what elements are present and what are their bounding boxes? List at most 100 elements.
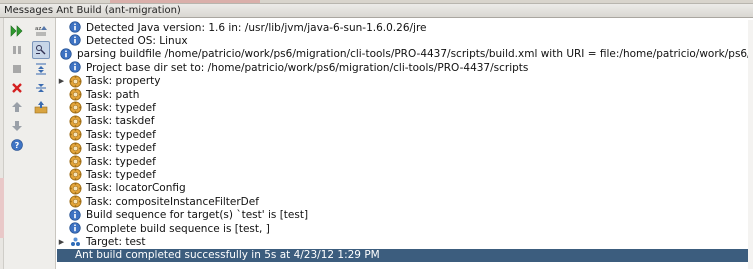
ant-target-icon <box>69 235 82 248</box>
help-icon: ? <box>11 139 23 151</box>
message-text: Task: taskdef <box>86 115 155 128</box>
filter-toggle-button[interactable] <box>32 41 50 59</box>
up-arrow-icon <box>12 102 22 112</box>
message-row[interactable]: ▶ Task: property <box>57 75 753 88</box>
ant-task-icon <box>69 128 82 141</box>
ant-task-icon <box>69 142 82 155</box>
message-text: Target: test <box>86 235 146 248</box>
svg-text:?: ? <box>15 141 20 150</box>
tool-window-title: Messages Ant Build (ant-migration) <box>0 3 753 18</box>
filter-icon <box>36 45 46 55</box>
messages-tree[interactable]: Detected Java version: 1.6 in: /usr/lib/… <box>57 18 753 269</box>
message-text: parsing buildfile /home/patricio/work/ps… <box>77 48 753 61</box>
ant-task-icon <box>69 182 82 195</box>
ant-task-icon <box>69 155 82 168</box>
ant-task-icon <box>69 101 82 114</box>
message-text: Ant build completed successfully in 5s a… <box>75 249 380 262</box>
message-row[interactable]: Task: typedef <box>57 168 753 181</box>
message-row[interactable]: parsing buildfile /home/patricio/work/ps… <box>57 48 753 61</box>
pause-button[interactable] <box>8 41 26 59</box>
rerun-button[interactable] <box>8 22 26 40</box>
message-text: Task: typedef <box>86 101 156 114</box>
vertical-scrollbar[interactable] <box>748 20 753 269</box>
message-row[interactable]: Detected OS: Linux <box>57 34 753 47</box>
expand-arrow-icon[interactable]: ▶ <box>57 235 66 248</box>
stop-button[interactable] <box>8 60 26 78</box>
export-icon <box>34 101 48 114</box>
previous-message-button[interactable] <box>8 98 26 116</box>
message-text: Build sequence for target(s) `test' is [… <box>86 209 309 222</box>
message-row[interactable]: Task: typedef <box>57 128 753 141</box>
ant-task-icon <box>69 115 82 128</box>
message-text: Project base dir set to: /home/patricio/… <box>86 61 529 74</box>
collapse-all-button[interactable] <box>32 79 50 97</box>
message-text: Task: compositeInstanceFilterDef <box>86 195 259 208</box>
message-text: Task: typedef <box>86 142 156 155</box>
pause-icon <box>13 46 21 54</box>
message-row[interactable]: Project base dir set to: /home/patricio/… <box>57 61 753 74</box>
sort-icon: az <box>35 26 47 36</box>
stop-icon <box>13 65 21 73</box>
message-text: Task: locatorConfig <box>86 182 186 195</box>
message-text: Task: path <box>86 88 140 101</box>
info-icon <box>69 208 82 222</box>
message-row[interactable]: ▶ Target: test <box>57 235 753 248</box>
message-text: Detected Java version: 1.6 in: /usr/lib/… <box>86 21 427 34</box>
message-row[interactable]: Task: typedef <box>57 155 753 168</box>
status-message-row[interactable]: Ant build completed successfully in 5s a… <box>57 248 753 262</box>
info-icon <box>69 21 82 34</box>
message-row[interactable]: Detected Java version: 1.6 in: /usr/lib/… <box>57 21 753 34</box>
status-spacer <box>69 249 71 262</box>
message-text: Task: typedef <box>86 168 156 181</box>
info-icon <box>69 34 82 47</box>
messages-toolbar: ? az <box>4 18 56 269</box>
expand-arrow-icon[interactable]: ▶ <box>57 75 66 88</box>
rerun-icon <box>10 25 23 37</box>
svg-text:az: az <box>35 26 41 32</box>
sort-button[interactable]: az <box>32 22 50 40</box>
collapse-all-icon <box>36 84 46 92</box>
expand-all-button[interactable] <box>32 60 50 78</box>
message-row[interactable]: Build sequence for target(s) `test' is [… <box>57 208 753 222</box>
next-message-button[interactable] <box>8 117 26 135</box>
message-text: Task: property <box>86 75 161 88</box>
ant-task-icon <box>69 195 82 208</box>
ant-task-icon <box>69 168 82 181</box>
down-arrow-icon <box>12 121 22 131</box>
info-icon <box>69 222 82 235</box>
info-icon <box>60 48 73 61</box>
message-row[interactable]: Task: path <box>57 88 753 101</box>
expand-all-icon <box>36 63 46 75</box>
info-icon <box>69 61 82 74</box>
message-row[interactable]: Task: locatorConfig <box>57 182 753 195</box>
message-row[interactable]: Task: compositeInstanceFilterDef <box>57 195 753 208</box>
message-row[interactable]: Task: taskdef <box>57 115 753 128</box>
message-text: Task: typedef <box>86 155 156 168</box>
message-row[interactable]: Task: typedef <box>57 142 753 155</box>
message-text: Complete build sequence is [test, ] <box>86 222 270 235</box>
export-button[interactable] <box>32 98 50 116</box>
message-text: Task: typedef <box>86 128 156 141</box>
message-text: Detected OS: Linux <box>86 34 188 47</box>
close-icon <box>12 83 22 93</box>
ant-task-icon <box>69 88 82 101</box>
help-button[interactable]: ? <box>8 136 26 154</box>
message-row[interactable]: Task: typedef <box>57 101 753 114</box>
close-button[interactable] <box>8 79 26 97</box>
message-row[interactable]: Complete build sequence is [test, ] <box>57 222 753 235</box>
ant-task-icon <box>69 75 82 88</box>
